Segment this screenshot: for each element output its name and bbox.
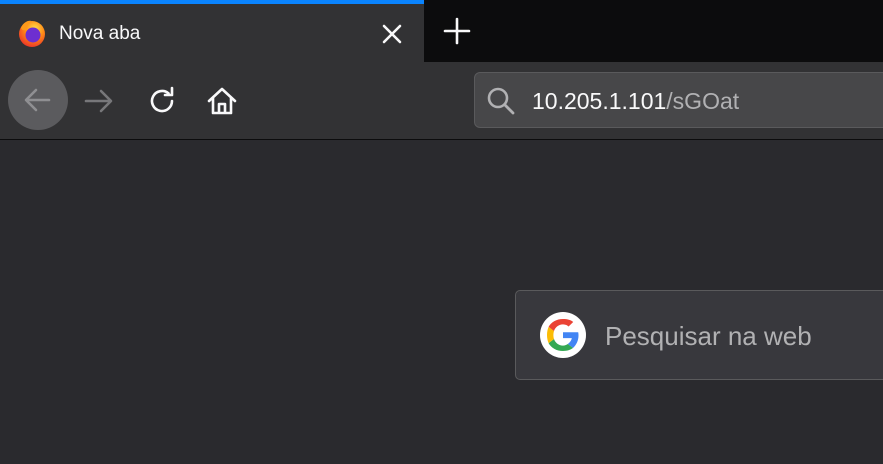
close-icon[interactable] <box>378 20 406 48</box>
home-button[interactable] <box>205 84 239 118</box>
search-placeholder: Pesquisar na web <box>605 321 812 351</box>
arrow-left-icon <box>24 88 51 112</box>
reload-button[interactable] <box>145 84 179 118</box>
home-icon <box>207 87 237 115</box>
url-path: /sGOat <box>666 88 740 114</box>
firefox-icon <box>17 18 47 48</box>
tab-nova-aba[interactable]: Nova aba <box>0 0 424 62</box>
address-bar-url[interactable]: 10.205.1.101/sGOat <box>532 88 739 115</box>
tab-strip: Nova aba <box>0 0 883 62</box>
arrow-right-icon <box>84 89 113 113</box>
new-tab-page: Pesquisar na web <box>0 140 883 464</box>
navigation-toolbar: 10.205.1.101/sGOat <box>0 62 883 140</box>
url-host: 10.205.1.101 <box>532 88 667 114</box>
forward-button[interactable] <box>82 84 116 118</box>
back-button[interactable] <box>8 70 68 130</box>
plus-icon[interactable] <box>440 14 474 48</box>
address-bar[interactable]: 10.205.1.101/sGOat <box>474 72 883 128</box>
search-icon <box>485 85 517 117</box>
web-search-box[interactable]: Pesquisar na web <box>515 290 883 380</box>
google-icon <box>540 312 586 358</box>
reload-icon <box>150 86 174 113</box>
tab-title: Nova aba <box>59 23 141 44</box>
